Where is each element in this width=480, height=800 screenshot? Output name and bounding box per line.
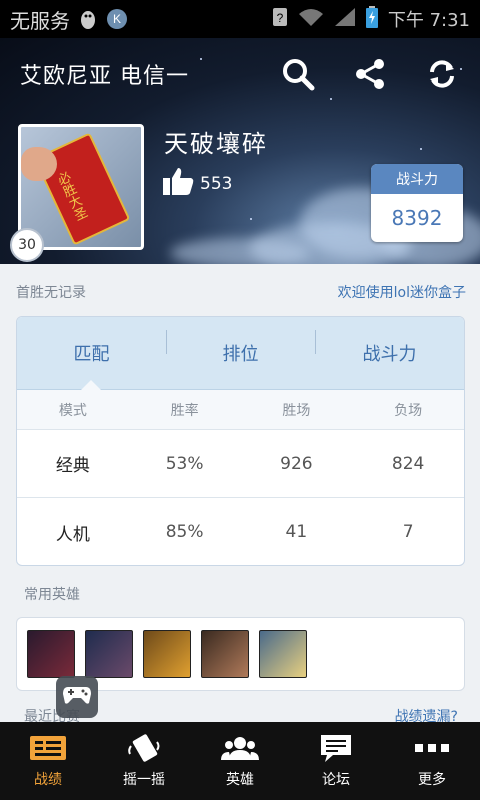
header-win-rate: 胜率 <box>170 402 199 419</box>
row-wins: 926 <box>280 453 313 474</box>
heroes-icon <box>220 733 260 763</box>
hero-avatar[interactable] <box>85 630 133 678</box>
refresh-icon[interactable] <box>424 56 460 92</box>
gamepad-icon <box>62 684 92 710</box>
share-icon[interactable] <box>352 56 388 92</box>
avatar-text: 必胜大圣 <box>52 169 89 224</box>
battery-charging-icon <box>365 6 378 32</box>
row-mode: 人机 <box>55 524 90 545</box>
power-label: 战斗力 <box>371 164 463 194</box>
table-row: 人机 85% 41 7 <box>17 498 464 565</box>
status-bar: 无服务 K ? 下午 7:31 <box>0 0 480 38</box>
nav-label: 英雄 <box>226 772 254 788</box>
k-app-icon: K <box>106 8 128 30</box>
nav-forum[interactable]: 论坛 <box>288 722 384 800</box>
svg-text:?: ? <box>277 11 284 25</box>
carrier-label: 无服务 <box>10 8 70 33</box>
nav-records[interactable]: 战绩 <box>0 722 96 800</box>
active-tab-pointer <box>81 380 101 390</box>
server-name: 艾欧尼亚 电信一 <box>20 64 189 89</box>
power-value: 8392 <box>391 206 443 230</box>
row-win-rate: 53% <box>165 453 204 474</box>
nav-label: 战绩 <box>34 772 62 788</box>
heroes-section-label: 常用英雄 <box>24 587 80 603</box>
header-losses: 负场 <box>394 402 423 419</box>
player-name: 天破壤碎 <box>164 130 268 158</box>
hand-image <box>21 147 57 181</box>
likes[interactable]: 553 <box>162 166 232 201</box>
hero-avatar[interactable] <box>27 630 75 678</box>
welcome-text: 欢迎使用lol迷你盒子 <box>337 285 466 301</box>
row-win-rate: 85% <box>165 522 204 542</box>
row-wins: 41 <box>285 522 308 542</box>
likes-count: 553 <box>200 173 233 194</box>
header-mode: 模式 <box>58 402 87 419</box>
sim-unknown-icon: ? <box>272 7 288 31</box>
hero-avatar[interactable] <box>259 630 307 678</box>
bottom-nav: 战绩 摇一摇 英雄 论坛 更多 <box>0 722 480 800</box>
more-icon <box>412 733 452 763</box>
nav-label: 摇一摇 <box>123 772 165 788</box>
nav-more[interactable]: 更多 <box>384 722 480 800</box>
info-row: 首胜无记录 欢迎使用lol迷你盒子 <box>16 282 466 302</box>
first-win-status: 首胜无记录 <box>16 285 86 301</box>
row-losses: 7 <box>402 522 414 542</box>
row-losses: 824 <box>391 453 425 474</box>
level-badge: 30 <box>10 228 44 262</box>
thumbs-up-icon <box>162 166 194 201</box>
table-row: 经典 53% 926 824 <box>17 430 464 498</box>
tab-power[interactable]: 战斗力 <box>315 330 464 366</box>
tab-match[interactable]: 匹配 <box>17 340 166 366</box>
top-bar: 艾欧尼亚 电信一 <box>0 38 480 110</box>
nav-label: 更多 <box>418 772 446 788</box>
svg-text:K: K <box>113 12 121 26</box>
mode-tabs: 匹配 排位 战斗力 <box>17 317 464 390</box>
floating-gamepad-button[interactable] <box>56 676 98 718</box>
profile-header: 艾欧尼亚 电信一 必胜大圣 30 天破壤碎 553 战斗力 8392 <box>0 38 480 264</box>
hero-avatar[interactable] <box>143 630 191 678</box>
forum-icon <box>316 733 356 763</box>
power-score-card[interactable]: 战斗力 8392 <box>371 164 463 242</box>
nav-shake[interactable]: 摇一摇 <box>96 722 192 800</box>
hero-avatar[interactable] <box>201 630 249 678</box>
record-icon <box>28 733 68 763</box>
shake-icon <box>124 733 164 763</box>
stats-panel: 匹配 排位 战斗力 模式 胜率 胜场 负场 经典 53% 926 824 人机 … <box>16 316 465 566</box>
table-header: 模式 胜率 胜场 负场 <box>17 390 464 430</box>
search-icon[interactable] <box>280 56 316 92</box>
nav-label: 论坛 <box>322 772 350 788</box>
nav-heroes[interactable]: 英雄 <box>192 722 288 800</box>
header-wins: 胜场 <box>282 402 311 419</box>
qq-penguin-icon <box>78 8 98 30</box>
clock: 下午 7:31 <box>387 10 470 31</box>
tab-ranked[interactable]: 排位 <box>166 330 315 366</box>
row-mode: 经典 <box>55 456 90 476</box>
wifi-icon <box>298 7 324 31</box>
signal-icon <box>334 7 356 31</box>
